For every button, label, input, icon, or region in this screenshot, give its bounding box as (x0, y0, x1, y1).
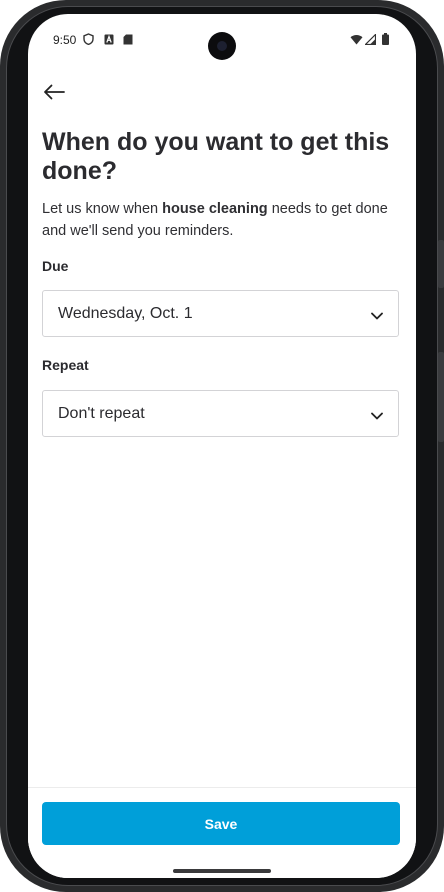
wifi-icon (349, 33, 363, 45)
back-button[interactable] (40, 80, 68, 104)
signal-icon (364, 33, 376, 45)
battery-icon (381, 33, 390, 45)
save-button[interactable]: Save (42, 802, 400, 845)
service-name: house cleaning (162, 201, 268, 217)
status-bar: 9:50 (28, 14, 416, 64)
footer: Save (28, 787, 416, 878)
page-title: When do you want to get this done? (42, 128, 390, 185)
shield-icon (82, 33, 94, 45)
status-time: 9:50 (53, 33, 77, 47)
repeat-label: Repeat (42, 357, 89, 373)
due-select-value: Wednesday, Oct. 1 (58, 305, 193, 322)
repeat-select-value: Don't repeat (58, 405, 145, 422)
repeat-select[interactable]: Don't repeat (42, 390, 399, 437)
chevron-down-icon (370, 308, 384, 320)
volume-button (438, 240, 444, 288)
screen: 9:50 When do you want to get this done? … (28, 14, 416, 878)
chevron-down-icon (370, 408, 384, 420)
arrow-left-icon (43, 84, 65, 100)
page-description: Let us know when house cleaning needs to… (42, 198, 402, 242)
device-frame: 9:50 When do you want to get this done? … (0, 0, 444, 892)
font-a-icon (103, 33, 114, 45)
due-select[interactable]: Wednesday, Oct. 1 (42, 290, 399, 337)
power-button (438, 352, 444, 442)
front-camera (208, 32, 236, 60)
home-indicator[interactable] (173, 869, 271, 873)
description-prefix: Let us know when (42, 201, 163, 217)
due-label: Due (42, 258, 69, 274)
sd-card-icon (122, 33, 133, 45)
